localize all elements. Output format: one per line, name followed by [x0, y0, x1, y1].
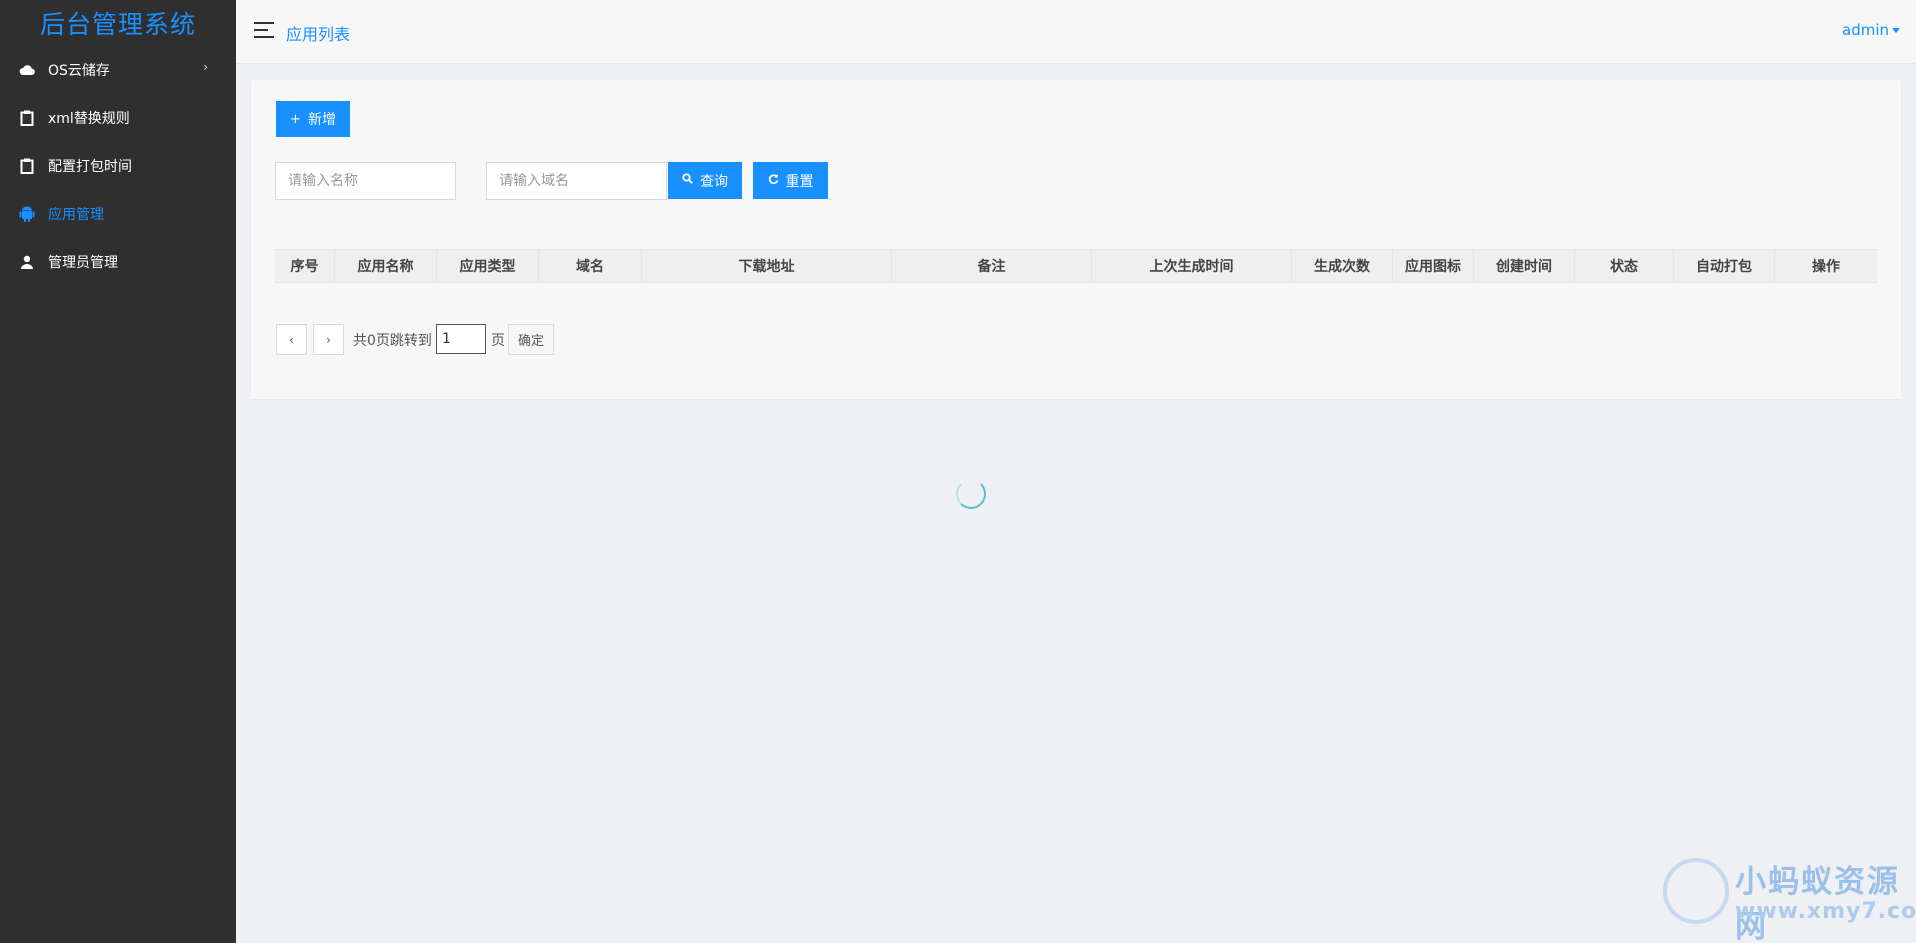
android-icon — [18, 205, 36, 223]
column-header[interactable]: 上次生成时间 — [1092, 250, 1292, 282]
watermark: 小蚂蚁资源网 www.xmy7.com — [1663, 856, 1916, 943]
sidebar-item-label: 配置打包时间 — [48, 159, 132, 175]
clipboard-icon — [18, 157, 36, 175]
reset-button[interactable]: 重置 — [753, 162, 828, 199]
sidebar-item-xml-rules[interactable]: xml替换规则 — [0, 94, 236, 142]
column-header[interactable]: 域名 — [539, 250, 642, 282]
loading-spinner — [956, 479, 986, 509]
refresh-icon — [768, 173, 779, 189]
column-header[interactable]: 状态 — [1575, 250, 1674, 282]
chevron-right-icon: › — [203, 60, 208, 74]
next-page-button[interactable]: › — [313, 324, 344, 355]
content-card: + 新增 查询 重置 序号 应用名称 应用类型 域名 下载地址 备注 上次生成时… — [251, 80, 1901, 399]
add-button[interactable]: + 新增 — [276, 101, 350, 137]
hamburger-menu-icon[interactable] — [254, 22, 274, 38]
column-header[interactable]: 应用类型 — [437, 250, 539, 282]
top-header: 应用列表 admin — [236, 0, 1916, 64]
column-header[interactable]: 操作 — [1775, 250, 1877, 282]
prev-page-button[interactable]: ‹ — [276, 324, 307, 355]
name-search-input[interactable] — [275, 162, 456, 200]
column-header[interactable]: 创建时间 — [1474, 250, 1575, 282]
sidebar-item-pack-time[interactable]: 配置打包时间 — [0, 142, 236, 190]
username: admin — [1842, 21, 1889, 39]
add-button-label: 新增 — [307, 112, 336, 128]
sidebar-item-label: 应用管理 — [48, 207, 104, 223]
watermark-logo-icon — [1663, 858, 1729, 924]
page-unit: 页 — [491, 333, 505, 349]
plus-icon: + — [290, 111, 301, 127]
user-icon — [18, 253, 36, 271]
sidebar-item-os-storage[interactable]: OS云储存 › — [0, 46, 236, 94]
column-header[interactable]: 生成次数 — [1292, 250, 1393, 282]
column-header[interactable]: 应用图标 — [1393, 250, 1474, 282]
search-button[interactable]: 查询 — [668, 162, 742, 199]
column-header[interactable]: 下载地址 — [642, 250, 892, 282]
watermark-url: www.xmy7.com — [1735, 899, 1916, 924]
page-summary: 共0页跳转到 — [353, 333, 432, 349]
page-title: 应用列表 — [286, 25, 351, 44]
clipboard-icon — [18, 109, 36, 127]
caret-down-icon — [1892, 28, 1900, 33]
app-brand: 后台管理系统 — [39, 10, 196, 39]
reset-button-label: 重置 — [785, 173, 814, 190]
column-header[interactable]: 序号 — [275, 250, 335, 282]
sidebar-item-label: 管理员管理 — [48, 255, 118, 271]
table-header: 序号 应用名称 应用类型 域名 下载地址 备注 上次生成时间 生成次数 应用图标… — [275, 249, 1877, 283]
page-confirm-button[interactable]: 确定 — [508, 324, 554, 355]
sidebar-item-admin-management[interactable]: 管理员管理 — [0, 238, 236, 286]
search-icon — [682, 173, 694, 188]
column-header[interactable]: 自动打包 — [1674, 250, 1775, 282]
cloud-icon — [18, 61, 36, 79]
sidebar-item-label: OS云储存 — [48, 63, 110, 79]
search-button-label: 查询 — [700, 173, 728, 190]
domain-search-input[interactable] — [486, 162, 667, 200]
sidebar-item-app-management[interactable]: 应用管理 — [0, 190, 236, 238]
sidebar-item-label: xml替换规则 — [48, 111, 130, 127]
column-header[interactable]: 应用名称 — [335, 250, 437, 282]
user-menu[interactable]: admin — [1842, 21, 1900, 39]
column-header[interactable]: 备注 — [892, 250, 1092, 282]
page-jump-input[interactable] — [436, 324, 486, 354]
sidebar: 后台管理系统 OS云储存 › xml替换规则 配置打包时间 应用管理 管理员管理 — [0, 0, 236, 943]
